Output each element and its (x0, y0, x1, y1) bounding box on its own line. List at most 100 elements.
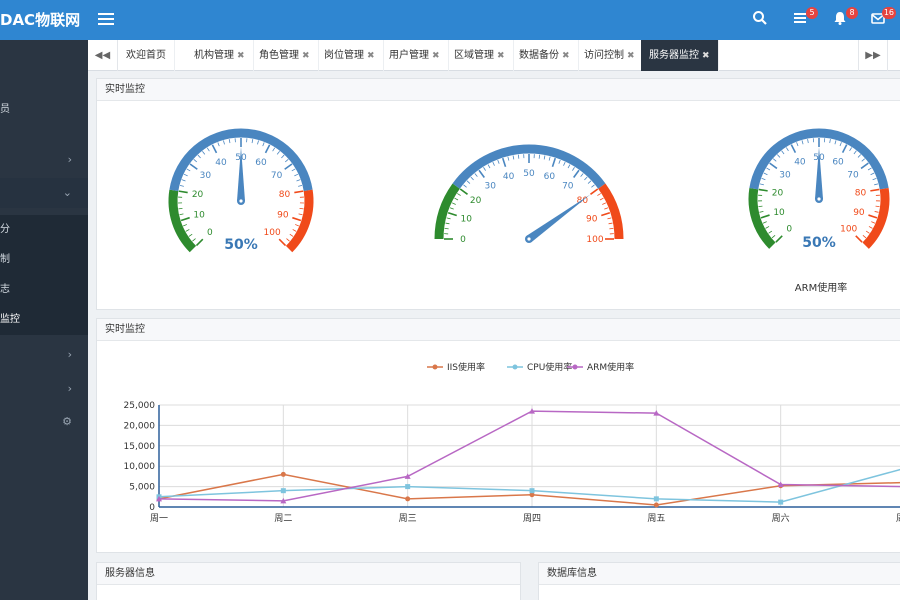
gauge-tick (573, 169, 580, 178)
sidebar-item-group-2[interactable]: › (0, 340, 88, 370)
gauge-tick-label: 70 (562, 182, 574, 192)
x-tick-label: 周三 (399, 513, 417, 524)
bell-icon[interactable]: 8 (832, 7, 858, 30)
gauge-tick (457, 193, 461, 196)
gauge-tick (466, 180, 471, 184)
gauge-tick (790, 144, 797, 154)
sidebar-item-group-3[interactable]: › (0, 374, 88, 404)
gauge-tick (865, 230, 870, 234)
sidebar-item-group-1[interactable]: › (0, 145, 88, 175)
tab-scroll-right-button[interactable]: ▶▶ (858, 40, 888, 71)
tab-1[interactable]: 机构管理 ✖ (186, 40, 254, 71)
gauge-tick (775, 235, 783, 243)
series-point[interactable] (778, 499, 784, 505)
gauge-tick (272, 147, 276, 152)
tab-8[interactable]: 服务器监控 ✖ (641, 40, 719, 71)
close-icon[interactable]: ✖ (302, 51, 310, 61)
gauge-tick-label: 50 (523, 169, 535, 179)
gauge-tick (444, 227, 449, 230)
close-icon[interactable]: ✖ (237, 51, 245, 61)
x-tick-label: 周一 (150, 513, 168, 524)
gauge-tick (761, 177, 766, 181)
legend-marker (512, 364, 518, 370)
tab-6[interactable]: 数据备份 ✖ (511, 40, 579, 71)
brand-title[interactable]: DAC物联网 (0, 0, 80, 40)
gauge-tick (607, 217, 612, 220)
sidebar-subitem-server-monitor[interactable]: 监控 (0, 305, 88, 335)
gauge-name-arm: ARM使用率 (794, 283, 848, 294)
series-point[interactable] (280, 488, 286, 494)
tab-7[interactable]: 访问控制 ✖ (576, 40, 644, 71)
sidebar-item-system[interactable]: ⌄ (0, 178, 88, 208)
gauge-tick (558, 159, 561, 164)
tab-2[interactable]: 角色管理 ✖ (251, 40, 319, 71)
y-tick-label: 5,000 (129, 483, 155, 493)
gauge-tick (211, 144, 218, 154)
legend-label[interactable]: IIS使用率 (447, 361, 485, 373)
gauge-tick (543, 155, 546, 160)
gauge-tick (492, 161, 495, 166)
tab-5[interactable]: 区域管理 ✖ (446, 40, 514, 71)
gauge-tick (609, 227, 614, 230)
database-info-panel: 数据库信息 (538, 562, 900, 600)
gauge-tick (296, 179, 301, 182)
series-point[interactable] (653, 496, 659, 502)
series-point[interactable] (405, 496, 411, 502)
series-point[interactable] (653, 502, 659, 508)
sidebar: 员 › ⌄ 分 制 志 监控 › › ⚙ (0, 40, 88, 600)
gauge-2: 010203040506070809010050% (748, 128, 890, 251)
gauge-tick (759, 183, 764, 186)
legend-label[interactable]: ARM使用率 (587, 361, 634, 373)
close-icon[interactable]: ✖ (702, 51, 710, 61)
search-icon[interactable] (752, 10, 772, 30)
sidebar-item-user[interactable]: 员 (0, 95, 88, 125)
gauge-tick (180, 216, 190, 222)
gauge-hub-center (239, 199, 243, 203)
close-icon[interactable]: ✖ (432, 51, 440, 61)
gauge-tick (601, 211, 611, 217)
gauge-tick-label: 70 (847, 170, 859, 180)
sidebar-subitem-log[interactable]: 志 (0, 275, 88, 305)
gauge-tick (292, 229, 297, 232)
gauge-value-text: 50% (802, 235, 836, 251)
gauge-tick (853, 150, 857, 155)
y-tick-label: 20,000 (124, 421, 156, 431)
tab-4[interactable]: 用户管理 ✖ (381, 40, 449, 71)
series-point[interactable] (280, 471, 286, 477)
gauge-tick (451, 202, 456, 205)
gauge-tick (608, 222, 613, 225)
sidebar-subitem-access-control[interactable]: 制 (0, 245, 88, 275)
mail-icon[interactable]: 16 (870, 7, 896, 30)
series-point[interactable] (405, 484, 411, 490)
gauge-tick-label: 20 (192, 190, 204, 200)
close-icon[interactable]: ✖ (367, 51, 375, 61)
close-icon[interactable]: ✖ (497, 51, 505, 61)
close-icon[interactable]: ✖ (562, 51, 570, 61)
close-icon[interactable]: ✖ (627, 51, 635, 61)
tab-scroll-left-button[interactable]: ◀◀ (88, 40, 118, 71)
gauge-tick (855, 235, 863, 243)
gauge-tick (849, 147, 853, 152)
tab-3[interactable]: 岗位管理 ✖ (316, 40, 384, 71)
tab-0[interactable]: 欢迎首页 (118, 40, 175, 71)
sidebar-subitem-backup[interactable]: 分 (0, 215, 88, 245)
gauge-tick (597, 193, 601, 196)
series-point[interactable] (529, 488, 535, 494)
task-list-icon[interactable]: 5 (792, 7, 818, 30)
chart-panel: 实时监控 IIS使用率 CPU使用率 ARM使用率 0 5,000 10,000 15,00… (96, 318, 900, 553)
gauge-tick (870, 188, 880, 192)
gauge-tick (459, 188, 468, 195)
menu-toggle-icon[interactable] (98, 11, 114, 27)
gauge-tick (860, 162, 869, 170)
gauge-tick-label: 100 (586, 235, 603, 245)
sidebar-item-settings[interactable]: ⚙ (0, 407, 88, 437)
gauge-tick (294, 224, 299, 227)
gauge-tick-label: 0 (786, 225, 792, 235)
gauge-tick (590, 188, 599, 195)
gauge-tick (762, 221, 767, 224)
gauge-tick (294, 173, 299, 177)
panel-title: 实时监控 (97, 319, 900, 341)
gauge-tick (264, 144, 271, 154)
gauge-tick (206, 147, 210, 152)
legend-label[interactable]: CPU使用率 (527, 361, 572, 373)
